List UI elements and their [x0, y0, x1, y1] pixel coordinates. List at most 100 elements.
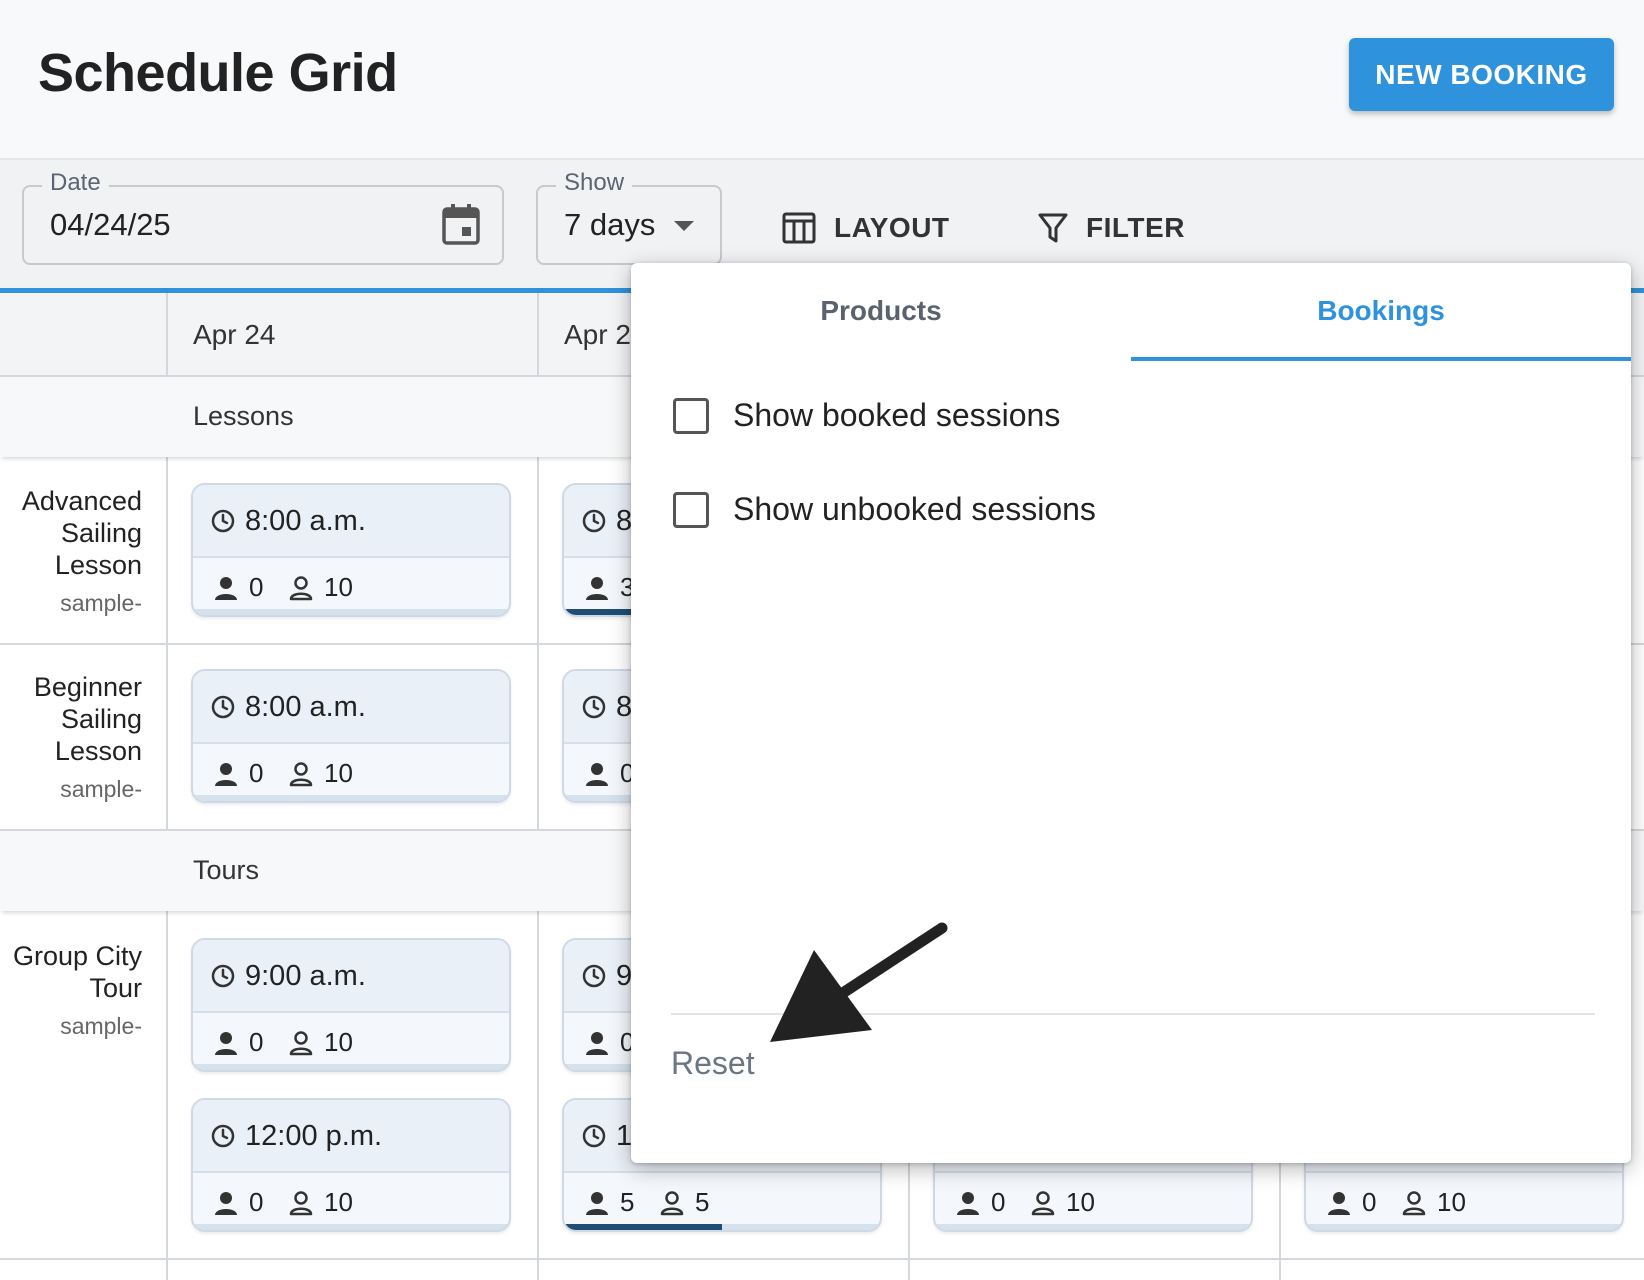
show-booked-checkbox[interactable]	[673, 397, 709, 434]
tab-bookings[interactable]: Bookings	[1131, 263, 1631, 361]
show-unbooked-checkbox[interactable]	[673, 491, 709, 528]
session-card[interactable]: 8:00 a.m. 0 10	[191, 483, 511, 617]
calendar-icon[interactable]	[442, 203, 480, 245]
show-booked-option[interactable]: Show booked sessions	[673, 397, 1060, 434]
product-name-text: Beginner Sailing Lesson	[33, 672, 142, 766]
booked-count: 5	[584, 1187, 634, 1218]
filter-label: FILTER	[1086, 212, 1185, 243]
date-field[interactable]: Date 04/24/25	[22, 169, 504, 265]
person-outline-icon	[289, 1190, 313, 1215]
capacity-count: 10	[288, 572, 353, 603]
person-filled-icon	[1328, 1191, 1350, 1215]
product-subtitle: sample-	[60, 776, 142, 802]
person-outline-icon	[289, 1030, 313, 1055]
booked-count-value: 0	[249, 1187, 264, 1217]
date-field-value[interactable]: 04/24/25	[50, 207, 171, 243]
capacity-count-value: 10	[1437, 1187, 1466, 1217]
show-select-label: Show	[556, 169, 633, 197]
session-time: 9	[616, 960, 633, 992]
clock-icon	[582, 509, 606, 533]
booked-count-value: 0	[991, 1187, 1006, 1217]
product-subtitle: sample-	[60, 590, 142, 616]
tab-products[interactable]: Products	[631, 263, 1131, 361]
product-subtitle: sample-	[60, 1013, 142, 1039]
person-outline-icon	[289, 575, 313, 600]
clock-icon	[211, 509, 235, 533]
booked-count: 0	[584, 1027, 634, 1058]
booked-count: 0	[213, 572, 263, 603]
booked-count-value: 0	[249, 758, 264, 788]
date-header-cell: Apr 24	[193, 319, 276, 350]
capacity-count-value: 10	[1066, 1187, 1095, 1217]
session-time: 8	[616, 691, 633, 723]
chevron-down-icon[interactable]	[674, 221, 694, 231]
capacity-count: 10	[288, 1187, 353, 1218]
session-counts: 0 10	[193, 560, 509, 614]
person-outline-icon	[289, 761, 313, 786]
booked-count-value: 5	[620, 1187, 635, 1217]
clock-icon	[211, 964, 235, 988]
product-name[interactable]: Group City Tour sample-	[0, 940, 142, 1042]
booking-progress-bar	[193, 1064, 509, 1070]
capacity-count-value: 10	[324, 758, 353, 788]
person-outline-icon	[1402, 1190, 1426, 1215]
reset-button[interactable]: Reset	[671, 1045, 755, 1082]
person-filled-icon	[586, 1191, 608, 1215]
booking-progress-bar	[193, 609, 509, 615]
session-time: 9:00 a.m.	[245, 960, 366, 992]
new-booking-button[interactable]: NEW BOOKING	[1349, 38, 1614, 111]
capacity-count-value: 10	[324, 572, 353, 602]
product-name[interactable]: Beginner Sailing Lesson sample-	[0, 671, 142, 805]
capacity-count-value: 10	[324, 1027, 353, 1057]
booking-progress-bar	[1306, 1224, 1622, 1230]
booked-count: 0	[955, 1187, 1005, 1218]
session-time: 8:00 a.m.	[245, 691, 366, 723]
capacity-count-value: 10	[324, 1187, 353, 1217]
booked-count: 0	[213, 758, 263, 789]
booked-count: 0	[1326, 1187, 1376, 1218]
booking-progress-bar	[935, 1224, 1251, 1230]
date-header-cell: Apr 2	[564, 319, 631, 350]
product-name-text: Group City Tour	[12, 941, 142, 1003]
capacity-count: 10	[288, 758, 353, 789]
show-days-select[interactable]: Show 7 days	[536, 169, 722, 265]
booked-count-value: 0	[1362, 1187, 1377, 1217]
annotation-arrow-icon	[770, 922, 948, 1042]
page-header: Schedule Grid NEW BOOKING	[0, 0, 1644, 160]
capacity-count: 10	[1030, 1187, 1095, 1218]
booked-count: 0	[213, 1027, 263, 1058]
person-outline-icon	[1031, 1190, 1055, 1215]
booking-progress-bar	[193, 1224, 509, 1230]
person-filled-icon	[215, 1191, 237, 1215]
filter-button[interactable]: FILTER	[1038, 210, 1185, 246]
booking-progress-fill	[564, 1224, 722, 1230]
page-title: Schedule Grid	[38, 43, 398, 103]
session-card[interactable]: 8:00 a.m. 0 10	[191, 669, 511, 803]
show-select-value[interactable]: 7 days	[564, 207, 655, 243]
layout-label: LAYOUT	[834, 212, 950, 243]
session-time: 8	[616, 505, 633, 537]
session-time-row: 8:00 a.m.	[193, 671, 509, 744]
capacity-count: 5	[659, 1187, 709, 1218]
show-unbooked-option[interactable]: Show unbooked sessions	[673, 491, 1096, 528]
session-counts: 0 10	[1306, 1175, 1622, 1229]
booking-progress-bar	[193, 795, 509, 801]
booking-progress-bar	[564, 1224, 880, 1230]
session-card[interactable]: 9:00 a.m. 0 10	[191, 938, 511, 1072]
session-time-row: 12:00 p.m.	[193, 1100, 509, 1173]
product-name[interactable]: Advanced Sailing Lesson sample-	[0, 485, 142, 619]
session-card[interactable]: 12:00 p.m. 0 10	[191, 1098, 511, 1232]
show-unbooked-label: Show unbooked sessions	[733, 491, 1096, 527]
session-counts: 0 10	[935, 1175, 1251, 1229]
session-time: 12:00 p.m.	[245, 1120, 383, 1152]
person-filled-icon	[586, 1031, 608, 1055]
filter-icon	[1038, 213, 1068, 243]
clock-icon	[211, 695, 235, 719]
booked-count-value: 0	[249, 1027, 264, 1057]
table-columns-icon	[782, 212, 816, 244]
capacity-count-value: 5	[695, 1187, 710, 1217]
session-time: 8:00 a.m.	[245, 505, 366, 537]
layout-button[interactable]: LAYOUT	[782, 210, 950, 246]
clock-icon	[582, 1124, 606, 1148]
product-name-text: Advanced Sailing Lesson	[21, 486, 142, 580]
